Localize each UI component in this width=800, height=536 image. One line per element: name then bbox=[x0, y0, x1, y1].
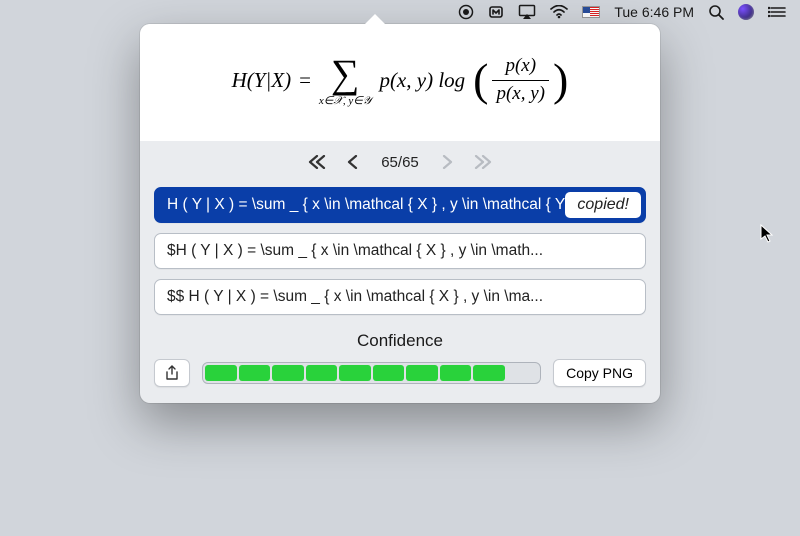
siri-icon[interactable] bbox=[738, 4, 754, 20]
pager-prev-button[interactable] bbox=[341, 151, 365, 173]
result-text: $$ H ( Y | X ) = \sum _ { x \in \mathcal… bbox=[167, 288, 543, 305]
confidence-segment bbox=[272, 365, 304, 381]
right-paren: ) bbox=[553, 62, 568, 99]
confidence-segment bbox=[507, 365, 539, 381]
pager-first-button[interactable] bbox=[305, 151, 329, 173]
formula-term: p(x, y) log bbox=[379, 68, 465, 93]
confidence-segment bbox=[306, 365, 338, 381]
fraction-denominator: p(x, y) bbox=[492, 80, 549, 106]
pager-last-button[interactable] bbox=[471, 151, 495, 173]
result-item[interactable]: H ( Y | X ) = \sum _ { x \in \mathcal { … bbox=[154, 187, 646, 223]
fraction-numerator: p(x) bbox=[501, 55, 540, 80]
confidence-segment bbox=[339, 365, 371, 381]
pager-count: 65/65 bbox=[377, 154, 423, 171]
confidence-segment bbox=[473, 365, 505, 381]
fraction: p(x) p(x, y) bbox=[492, 55, 549, 106]
result-item[interactable]: $$ H ( Y | X ) = \sum _ { x \in \mathcal… bbox=[154, 279, 646, 315]
bottom-bar: Confidence Copy PNG bbox=[140, 315, 660, 403]
formula-lhs: H(Y|X) bbox=[232, 68, 291, 93]
ocr-panel: H(Y|X) = ∑ x∈𝒳, y∈𝒴 p(x, y) log ( p(x) p… bbox=[140, 24, 660, 403]
equals-sign: = bbox=[299, 68, 311, 93]
sigma-icon: ∑ bbox=[331, 54, 360, 94]
confidence-bar bbox=[202, 362, 541, 384]
menubar-clock[interactable]: Tue 6:46 PM bbox=[614, 4, 694, 20]
pager: 65/65 bbox=[140, 141, 660, 187]
summation-subscript: x∈𝒳, y∈𝒴 bbox=[319, 96, 372, 107]
confidence-segment bbox=[406, 365, 438, 381]
formula-rendered: H(Y|X) = ∑ x∈𝒳, y∈𝒴 p(x, y) log ( p(x) p… bbox=[232, 54, 569, 107]
confidence-segment bbox=[205, 365, 237, 381]
wifi-icon[interactable] bbox=[550, 5, 568, 19]
menubar: Tue 6:46 PM bbox=[444, 0, 800, 24]
app-icon[interactable] bbox=[488, 4, 504, 20]
pager-next-button[interactable] bbox=[435, 151, 459, 173]
confidence-label: Confidence bbox=[154, 331, 646, 351]
spotlight-icon[interactable] bbox=[708, 4, 724, 20]
input-source-flag-icon[interactable] bbox=[582, 6, 600, 18]
formula-parenthesized: ( p(x) p(x, y) ) bbox=[473, 55, 568, 106]
share-button[interactable] bbox=[154, 359, 190, 387]
left-paren: ( bbox=[473, 62, 488, 99]
record-icon[interactable] bbox=[458, 4, 474, 20]
confidence-segment bbox=[239, 365, 271, 381]
notification-center-icon[interactable] bbox=[768, 5, 786, 19]
copy-png-button[interactable]: Copy PNG bbox=[553, 359, 646, 387]
copied-badge: copied! bbox=[565, 192, 641, 218]
confidence-segment bbox=[440, 365, 472, 381]
share-icon bbox=[165, 365, 179, 381]
result-item[interactable]: $H ( Y | X ) = \sum _ { x \in \mathcal {… bbox=[154, 233, 646, 269]
result-text: $H ( Y | X ) = \sum _ { x \in \mathcal {… bbox=[167, 242, 543, 259]
formula-preview: H(Y|X) = ∑ x∈𝒳, y∈𝒴 p(x, y) log ( p(x) p… bbox=[140, 24, 660, 141]
confidence-segment bbox=[373, 365, 405, 381]
cursor-icon bbox=[760, 224, 774, 244]
results-list: H ( Y | X ) = \sum _ { x \in \mathcal { … bbox=[140, 187, 660, 315]
summation: ∑ x∈𝒳, y∈𝒴 bbox=[319, 54, 372, 107]
airplay-icon[interactable] bbox=[518, 4, 536, 20]
